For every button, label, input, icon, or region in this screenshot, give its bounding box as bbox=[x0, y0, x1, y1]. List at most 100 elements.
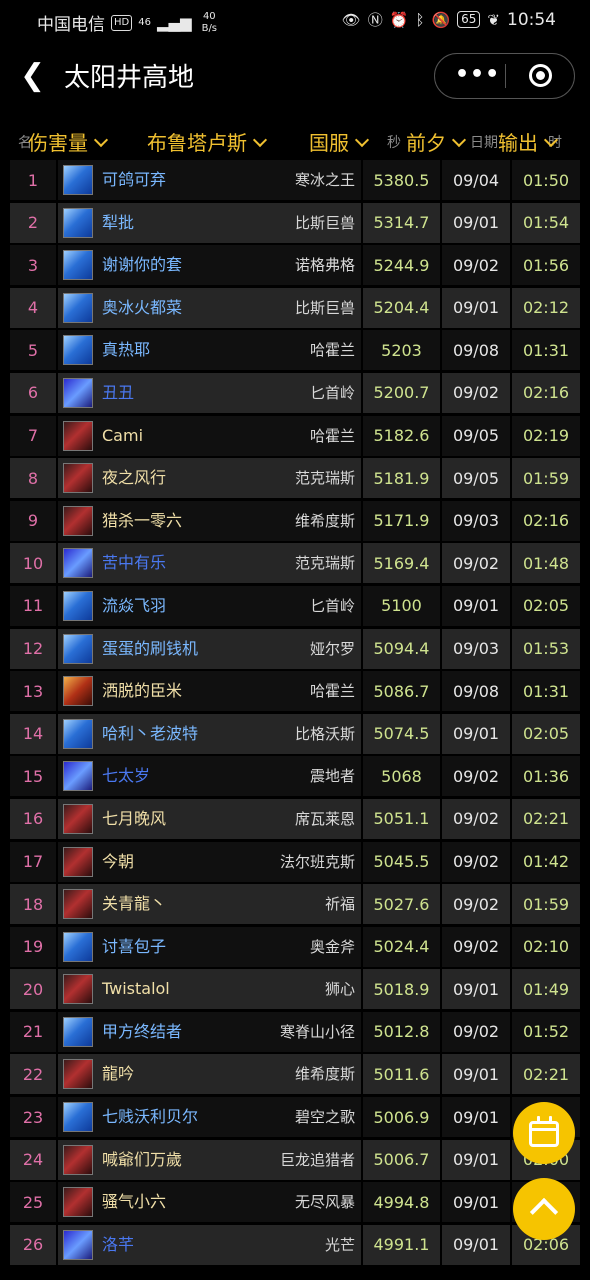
table-row[interactable]: 15 七太岁 震地者 5068 09/02 01:36 bbox=[10, 756, 580, 799]
score-value: 5024.4 bbox=[373, 937, 430, 957]
realm-name: 娅尔罗 bbox=[309, 639, 355, 658]
player-name[interactable]: 谢谢你的套 bbox=[102, 245, 182, 285]
table-row[interactable]: 6 丑丑 匕首岭 5200.7 09/02 02:16 bbox=[10, 372, 580, 416]
player-name[interactable]: 犁批 bbox=[102, 203, 134, 243]
chevron-down-icon bbox=[354, 132, 370, 148]
table-row[interactable]: 9 猎杀一零六 维希度斯 5171.9 09/03 02:16 bbox=[10, 500, 580, 544]
table-row[interactable]: 18 关青龍丶 祈福 5027.6 09/02 01:59 bbox=[10, 884, 580, 927]
table-row[interactable]: 23 七贱沃利贝尔 碧空之歌 5006.9 09/01 bbox=[10, 1097, 580, 1140]
blood-spec-icon bbox=[63, 463, 93, 494]
player-name[interactable]: 骚气小六 bbox=[102, 1182, 166, 1222]
table-row[interactable]: 19 讨喜包子 奥金斧 5024.4 09/02 02:10 bbox=[10, 926, 580, 970]
player-name[interactable]: 夜之风行 bbox=[102, 458, 166, 498]
player-name[interactable]: Cami bbox=[102, 416, 143, 456]
score-cell: 5086.7 bbox=[363, 671, 440, 712]
back-chevron-left-icon[interactable]: ❮ bbox=[20, 58, 45, 94]
scroll-top-button[interactable] bbox=[513, 1178, 575, 1240]
rank-cell: 17 bbox=[10, 841, 56, 882]
score-value: 5171.9 bbox=[373, 511, 430, 531]
player-name[interactable]: 蛋蛋的刷钱机 bbox=[102, 629, 198, 669]
rank-value: 8 bbox=[27, 468, 39, 488]
frost-spec-icon bbox=[63, 292, 93, 323]
player-name[interactable]: 丑丑 bbox=[102, 373, 134, 413]
player-cell: 关青龍丶 祈福 bbox=[58, 884, 361, 925]
blood-spec-icon bbox=[63, 1144, 93, 1175]
player-name[interactable]: 七贱沃利贝尔 bbox=[102, 1097, 198, 1137]
player-name[interactable]: 真热耶 bbox=[102, 330, 150, 370]
score-value: 5100 bbox=[381, 596, 422, 616]
table-row[interactable]: 10 苦中有乐 范克瑞斯 5169.4 09/02 01:48 bbox=[10, 543, 580, 586]
table-row[interactable]: 7 Cami 哈霍兰 5182.6 09/05 02:19 bbox=[10, 415, 580, 459]
table-row[interactable]: 24喊爺们万歲巨龙追猎者5006.709/0102:00 bbox=[10, 1139, 580, 1183]
rank-cell: 16 bbox=[10, 798, 56, 839]
player-name[interactable]: 今朝 bbox=[102, 842, 134, 882]
date-cell: 09/01 bbox=[442, 287, 510, 328]
score-value: 5018.9 bbox=[373, 979, 430, 999]
date-value: 09/02 bbox=[452, 383, 500, 403]
table-row[interactable]: 2 犁批 比斯巨兽 5314.7 09/01 01:54 bbox=[10, 202, 580, 246]
filter-metric[interactable]: 伤害量 bbox=[28, 128, 109, 158]
table-row[interactable]: 20 Twistalol 狮心 5018.9 09/01 01:49 bbox=[10, 969, 580, 1012]
player-name[interactable]: Twistalol bbox=[102, 969, 170, 1009]
player-name[interactable]: 哈利丶老波特 bbox=[102, 714, 198, 754]
table-row[interactable]: 8 夜之风行 范克瑞斯 5181.9 09/05 01:59 bbox=[10, 458, 580, 501]
table-row[interactable]: 17 今朝 法尔班克斯 5045.5 09/02 01:42 bbox=[10, 841, 580, 885]
time-cell: 01:56 bbox=[512, 245, 580, 286]
score-cell: 5094.4 bbox=[363, 628, 440, 669]
table-row[interactable]: 16 七月晚风 席瓦莱恩 5051.1 09/02 02:21 bbox=[10, 798, 580, 842]
realm-name: 无尽风暴 bbox=[294, 1193, 355, 1212]
player-name[interactable]: 七月晚风 bbox=[102, 799, 166, 839]
player-name[interactable]: 甲方终结者 bbox=[102, 1012, 182, 1052]
realm-name: 范克瑞斯 bbox=[294, 469, 355, 488]
table-row[interactable]: 25 骚气小六 无尽风暴 4994.8 09/01 bbox=[10, 1182, 580, 1225]
table-row[interactable]: 22 龍吟 维希度斯 5011.6 09/01 02:21 bbox=[10, 1054, 580, 1097]
time-value: 02:16 bbox=[522, 383, 570, 403]
filter-region[interactable]: 国服 bbox=[309, 128, 370, 158]
ranking-table: 1 可鸽可弃 寒冰之王 5380.5 09/04 01:50 2 犁批 比斯巨兽 5314.7 09… bbox=[10, 160, 580, 1267]
more-menu-button[interactable]: ••• bbox=[455, 61, 499, 91]
table-row[interactable]: 14 哈利丶老波特 比格沃斯 5074.5 09/01 02:05 bbox=[10, 713, 580, 757]
table-row[interactable]: 21 甲方终结者 寒脊山小径 5012.8 09/02 01:52 bbox=[10, 1011, 580, 1055]
player-cell: 骚气小六 无尽风暴 bbox=[58, 1182, 361, 1223]
player-name[interactable]: 讨喜包子 bbox=[102, 927, 166, 967]
player-name[interactable]: 可鸽可弃 bbox=[102, 160, 166, 200]
rank-cell: 20 bbox=[10, 969, 56, 1010]
player-name[interactable]: 奥冰火都菜 bbox=[102, 288, 182, 328]
player-name[interactable]: 苦中有乐 bbox=[102, 543, 166, 583]
player-name[interactable]: 洒脱的臣米 bbox=[102, 671, 182, 711]
player-name[interactable]: 洛芊 bbox=[102, 1225, 134, 1265]
player-name[interactable]: 流焱飞羽 bbox=[102, 586, 166, 626]
table-row[interactable]: 5 真热耶 哈霍兰 5203 09/08 01:31 bbox=[10, 330, 580, 373]
table-row[interactable]: 12 蛋蛋的刷钱机 娅尔罗 5094.4 09/03 01:53 bbox=[10, 628, 580, 672]
frost-spec-icon bbox=[63, 718, 93, 749]
filter-boss[interactable]: 前夕 bbox=[406, 128, 467, 158]
date-value: 09/02 bbox=[452, 852, 500, 871]
table-row[interactable]: 1 可鸽可弃 寒冰之王 5380.5 09/04 01:50 bbox=[10, 160, 580, 203]
player-name[interactable]: 关青龍丶 bbox=[102, 884, 166, 924]
filter-role[interactable]: 输出 bbox=[498, 128, 559, 158]
score-cell: 5171.9 bbox=[363, 500, 440, 541]
date-cell: 09/08 bbox=[442, 330, 510, 371]
frost-spec-icon bbox=[63, 207, 93, 238]
calendar-button[interactable] bbox=[513, 1102, 575, 1164]
filter-class-label: 布鲁塔卢斯 bbox=[147, 131, 247, 155]
player-name[interactable]: 七太岁 bbox=[102, 756, 150, 796]
table-row[interactable]: 13 洒脱的臣米 哈霍兰 5086.7 09/08 01:31 bbox=[10, 671, 580, 714]
table-row[interactable]: 26 洛芊 光芒 4991.1 09/01 02:06 bbox=[10, 1224, 580, 1268]
player-cell: 谢谢你的套 诺格弗格 bbox=[58, 245, 361, 286]
close-miniprogram-button[interactable] bbox=[529, 64, 552, 87]
frost-spec-icon bbox=[63, 633, 93, 664]
table-row[interactable]: 3 谢谢你的套 诺格弗格 5244.9 09/02 01:56 bbox=[10, 245, 580, 288]
filter-class[interactable]: 布鲁塔卢斯 bbox=[147, 128, 268, 158]
player-name[interactable]: 猎杀一零六 bbox=[102, 501, 182, 541]
time-cell: 01:59 bbox=[512, 458, 580, 499]
date-value: 09/08 bbox=[452, 340, 500, 360]
table-row[interactable]: 4 奥冰火都菜 比斯巨兽 5204.4 09/01 02:12 bbox=[10, 287, 580, 331]
player-name[interactable]: 龍吟 bbox=[102, 1054, 134, 1094]
time-cell: 01:50 bbox=[512, 160, 580, 200]
rank-cell: 26 bbox=[10, 1224, 56, 1265]
player-name[interactable]: 喊爺们万歲 bbox=[102, 1140, 182, 1180]
table-row[interactable]: 11 流焱飞羽 匕首岭 5100 09/01 02:05 bbox=[10, 585, 580, 629]
realm-name: 祈福 bbox=[324, 895, 355, 914]
chevron-up-icon bbox=[529, 1197, 559, 1227]
